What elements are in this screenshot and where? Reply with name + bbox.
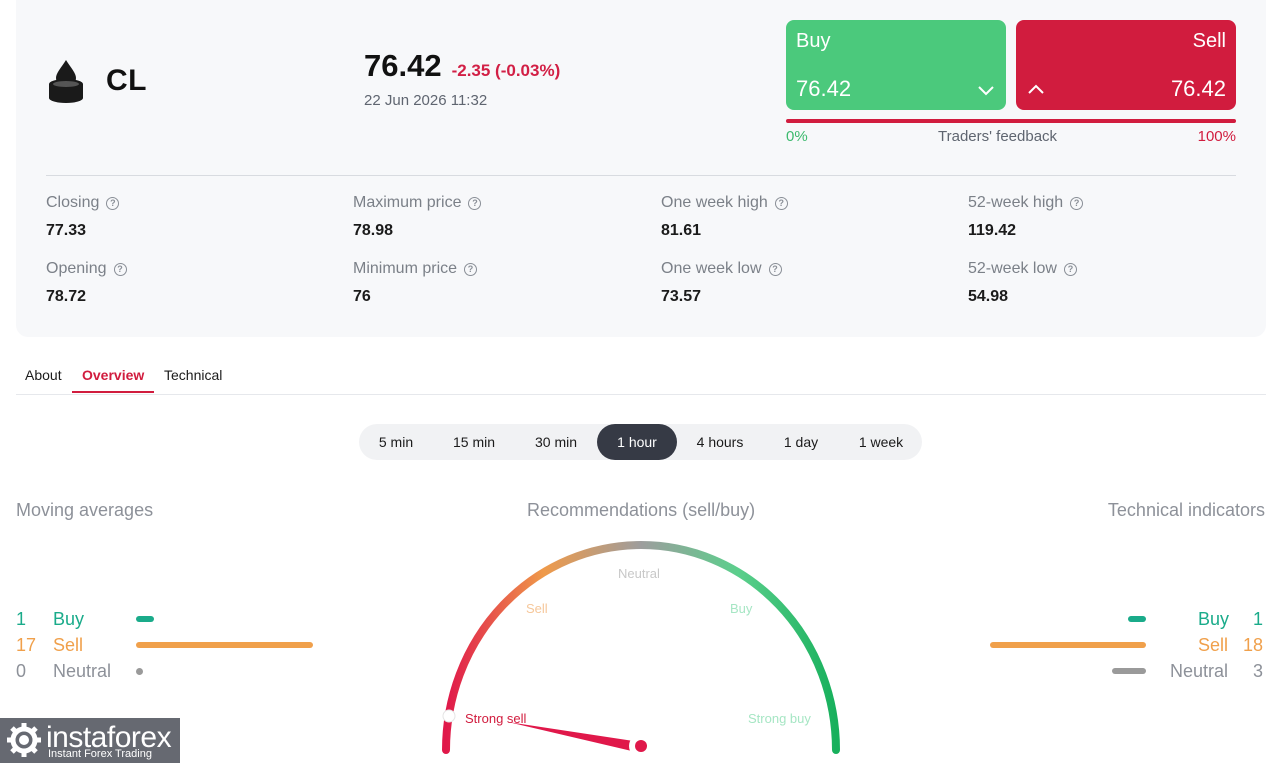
- gauge-needle: [508, 722, 640, 752]
- tab-technical[interactable]: Technical: [164, 367, 222, 383]
- stat-value: 76: [353, 288, 371, 305]
- help-icon[interactable]: ?: [768, 262, 782, 276]
- help-icon[interactable]: ?: [774, 196, 788, 210]
- help-icon[interactable]: ?: [1070, 196, 1084, 210]
- tab-about[interactable]: About: [25, 367, 62, 383]
- divider: [46, 175, 1236, 176]
- ma-sell-bar: [136, 642, 313, 648]
- period-selector: 5 min 15 min 30 min 1 hour 4 hours 1 day…: [359, 424, 922, 460]
- help-icon[interactable]: ?: [468, 196, 482, 210]
- stat-opening: Opening? 78.72: [46, 260, 326, 306]
- period-1-day[interactable]: 1 day: [761, 424, 841, 460]
- period-15-min[interactable]: 15 min: [433, 424, 515, 460]
- ma-buy-label: Buy: [53, 608, 85, 629]
- stat-maximum-price: Maximum price? 78.98: [353, 194, 633, 240]
- stat-label: One week low: [661, 260, 762, 277]
- ti-neutral-label: Neutral: [1170, 660, 1229, 681]
- stat-value: 119.42: [968, 222, 1017, 239]
- active-tab-indicator: [72, 391, 154, 393]
- stat-value: 78.72: [46, 288, 87, 305]
- current-price: 76.42: [364, 48, 442, 83]
- help-icon[interactable]: ?: [464, 262, 478, 276]
- ma-neutral-count: 0: [16, 660, 27, 681]
- ma-neutral-dot: [136, 668, 143, 675]
- period-30-min[interactable]: 30 min: [515, 424, 597, 460]
- stat-52-week-high: 52-week high? 119.42: [968, 194, 1248, 240]
- instrument-header: CL: [46, 58, 147, 104]
- stat-label: Minimum price: [353, 260, 458, 277]
- ti-sell-bar: [990, 642, 1146, 648]
- gauge-arc-marker: [442, 709, 456, 723]
- stat-52-week-low: 52-week low? 54.98: [968, 260, 1248, 306]
- logo-tagline: Instant Forex Trading: [48, 748, 152, 760]
- instrument-symbol: CL: [106, 64, 147, 97]
- sell-label: Sell: [1192, 30, 1226, 52]
- ti-buy-label: Buy: [1198, 608, 1230, 629]
- help-icon[interactable]: ?: [113, 262, 127, 276]
- traders-feedback-bar: [786, 119, 1236, 123]
- help-icon[interactable]: ?: [1063, 262, 1077, 276]
- feedback-sell-percent: 100%: [1197, 128, 1236, 145]
- instaforex-logo: instaforex Instant Forex Trading: [0, 718, 180, 763]
- stat-minimum-price: Minimum price? 76: [353, 260, 633, 306]
- price-block: 76.42 -2.35 (-0.03%) 22 Jun 2026 11:32: [364, 48, 560, 109]
- ma-buy-bar: [136, 616, 154, 622]
- gauge-pivot-center: [635, 740, 647, 752]
- recommendations-title: Recommendations (sell/buy): [527, 500, 756, 520]
- ti-buy-count: 1: [1253, 608, 1264, 629]
- stat-closing: Closing? 77.33: [46, 194, 326, 240]
- tab-overview[interactable]: Overview: [82, 367, 144, 383]
- ma-sell-label: Sell: [53, 634, 84, 655]
- price-datetime: 22 Jun 2026 11:32: [364, 92, 488, 109]
- feedback-buy-percent: 0%: [786, 128, 808, 145]
- stat-one-week-low: One week low? 73.57: [661, 260, 941, 306]
- feedback-label: Traders' feedback: [938, 128, 1058, 145]
- recommendation-gauge: Strong sell Sell Neutral Buy Strong buy: [442, 541, 840, 758]
- stat-label: Maximum price: [353, 194, 462, 211]
- stat-one-week-high: One week high? 81.61: [661, 194, 941, 240]
- ti-sell-label: Sell: [1198, 634, 1229, 655]
- gauge-label-neutral: Neutral: [618, 566, 660, 581]
- stat-label: Opening: [46, 260, 107, 277]
- stat-value: 78.98: [353, 222, 394, 239]
- stat-label: One week high: [661, 194, 768, 211]
- sell-price: 76.42: [1170, 76, 1226, 101]
- stat-label: 52-week low: [968, 260, 1057, 277]
- tab-bar: About Overview Technical: [16, 356, 1266, 395]
- moving-averages-title: Moving averages: [16, 500, 154, 520]
- period-5-min[interactable]: 5 min: [359, 424, 433, 460]
- period-1-hour[interactable]: 1 hour: [597, 424, 677, 460]
- ti-neutral-count: 3: [1253, 660, 1264, 681]
- buy-price: 76.42: [796, 76, 852, 101]
- help-icon[interactable]: ?: [106, 196, 120, 210]
- period-1-week[interactable]: 1 week: [841, 424, 921, 460]
- buy-button[interactable]: Buy 76.42: [786, 20, 1006, 110]
- gauge-label-sell: Sell: [526, 601, 548, 616]
- ma-buy-count: 1: [16, 608, 27, 629]
- price-change: -2.35 (-0.03%): [451, 61, 561, 80]
- oil-drop-icon: [49, 60, 83, 103]
- stat-label: 52-week high: [968, 194, 1064, 211]
- ti-sell-count: 18: [1243, 634, 1264, 655]
- stat-value: 77.33: [46, 222, 87, 239]
- ti-neutral-bar: [1112, 668, 1146, 674]
- chevron-up-icon: [1028, 84, 1044, 94]
- logo-gear-icon: [7, 723, 41, 757]
- period-4-hours[interactable]: 4 hours: [679, 424, 761, 460]
- technical-indicators-title: Technical indicators: [1107, 500, 1265, 520]
- buy-label: Buy: [796, 30, 831, 52]
- sell-button[interactable]: Sell 76.42: [1016, 20, 1236, 110]
- stat-value: 73.57: [661, 288, 702, 305]
- stat-value: 54.98: [968, 288, 1009, 305]
- chevron-down-icon: [978, 86, 994, 96]
- gauge-label-strong-buy: Strong buy: [748, 711, 811, 726]
- stat-label: Closing: [46, 194, 100, 211]
- ma-sell-count: 17: [16, 634, 37, 655]
- ti-buy-bar: [1128, 616, 1146, 622]
- ma-neutral-label: Neutral: [53, 660, 112, 681]
- gauge-label-buy: Buy: [730, 601, 753, 616]
- stat-value: 81.61: [661, 222, 702, 239]
